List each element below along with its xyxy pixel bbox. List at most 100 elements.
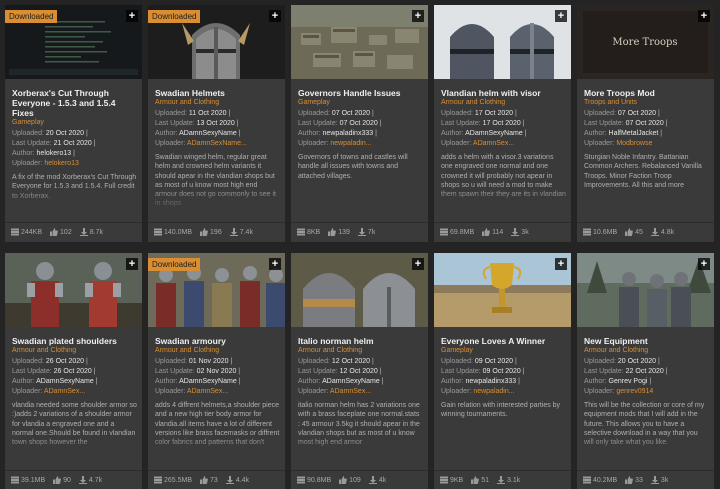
mod-thumbnail[interactable] — [5, 253, 142, 327]
upload-date-label: Uploaded: — [584, 358, 616, 365]
uploader-label: Uploader: — [298, 388, 329, 395]
upload-date: Uploaded: 07 Oct 2020 | — [584, 110, 660, 117]
author-name[interactable]: ADamnSexyName — [322, 378, 380, 385]
mod-thumbnail[interactable] — [434, 5, 571, 79]
mod-title[interactable]: Vlandian helm with visor — [441, 88, 566, 98]
mod-title[interactable]: Italio norman helm — [298, 336, 423, 346]
description-fade — [5, 434, 142, 460]
mod-title[interactable]: Swadian plated shoulders — [12, 336, 137, 346]
mod-thumbnail[interactable] — [434, 253, 571, 327]
mod-card[interactable]: Downloaded + Xorberax's Cut Through Ever… — [5, 5, 142, 242]
mod-description: Gain relation with interested parties by… — [441, 402, 561, 419]
mod-category[interactable]: Armour and Clothing — [298, 346, 423, 355]
mod-card[interactable]: + Vlandian helm with visor Armour and Cl… — [434, 5, 571, 242]
last-update-value: 02 Nov 2020 — [196, 368, 237, 375]
add-to-collection-button[interactable]: + — [555, 10, 567, 22]
mod-card[interactable]: + New Equipment Armour and Clothing Uplo… — [577, 253, 714, 489]
uploader-name[interactable]: helokero13 — [44, 160, 79, 167]
download-icon — [368, 475, 379, 486]
endorsements-value: 139 — [338, 229, 350, 236]
mod-title[interactable]: Swadian armoury — [155, 336, 280, 346]
mod-thumbnail[interactable] — [577, 253, 714, 327]
mod-category[interactable]: Gameplay — [441, 346, 566, 355]
add-to-collection-button[interactable]: + — [412, 10, 424, 22]
author-label: Author: — [441, 378, 464, 385]
add-to-collection-button[interactable]: + — [412, 258, 424, 270]
mod-thumbnail[interactable]: More Troops — [577, 5, 714, 79]
author-name[interactable]: Genrev Pogi — [609, 378, 648, 385]
mod-card[interactable]: Downloaded + Swadian armoury Armour and … — [148, 253, 285, 489]
upload-date: Uploaded: 09 Oct 2020 | — [441, 358, 517, 365]
last-update-value: 07 Oct 2020 — [339, 120, 378, 127]
mod-card[interactable]: Downloaded + Swadian Helmets Armour and … — [148, 5, 285, 242]
endorsements-value: 102 — [60, 229, 72, 236]
last-update-label: Last Update: — [298, 368, 338, 375]
uploader-name[interactable]: Modbrowse — [616, 140, 652, 147]
author-label: Author: — [155, 378, 178, 385]
mod-category[interactable]: Gameplay — [298, 98, 423, 107]
add-to-collection-button[interactable]: + — [126, 258, 138, 270]
mod-category[interactable]: Armour and Clothing — [12, 346, 137, 355]
author-name[interactable]: ADamnSexyName — [465, 130, 523, 137]
mod-card[interactable]: + Everyone Loves A Winner Gameplay Uploa… — [434, 253, 571, 489]
add-to-collection-button[interactable]: + — [269, 258, 281, 270]
file-size-value: 265.5MB — [164, 477, 193, 484]
downloads: 7.4k — [229, 227, 253, 238]
mod-category[interactable]: Troops and Units — [584, 98, 709, 107]
mod-category[interactable]: Armour and Clothing — [155, 98, 280, 107]
mod-title[interactable]: Swadian Helmets — [155, 88, 280, 98]
downloads-value: 3k — [660, 477, 669, 484]
author-name[interactable]: newpaladinx333 — [323, 130, 374, 137]
mod-card[interactable]: + Governors Handle Issues Gameplay Uploa… — [291, 5, 428, 242]
mod-category[interactable]: Gameplay — [12, 118, 137, 127]
mod-card[interactable]: More Troops + More Troops Mod Troops and… — [577, 5, 714, 242]
mod-thumbnail[interactable] — [291, 253, 428, 327]
mod-category[interactable]: Armour and Clothing — [155, 346, 280, 355]
add-to-collection-button[interactable]: + — [698, 10, 710, 22]
add-to-collection-button[interactable]: + — [698, 258, 710, 270]
file-size: 140.0MB — [154, 228, 192, 238]
author-name[interactable]: ADamnSexyName — [179, 130, 237, 137]
uploader-name[interactable]: ADamnSex... — [473, 140, 514, 147]
mod-category[interactable]: Armour and Clothing — [441, 98, 566, 107]
add-to-collection-button[interactable]: + — [126, 10, 138, 22]
mod-title[interactable]: More Troops Mod — [584, 88, 709, 98]
mod-title[interactable]: Everyone Loves A Winner — [441, 336, 566, 346]
mod-thumbnail[interactable] — [291, 5, 428, 79]
mod-card[interactable]: + Swadian plated shoulders Armour and Cl… — [5, 253, 142, 489]
author-name[interactable]: ADamnSexyName — [179, 378, 237, 385]
uploader-name[interactable]: ADamnSexName... — [187, 140, 247, 147]
last-update: Last Update: 13 Oct 2020 | — [155, 120, 239, 127]
mod-stats: 39.1MB 90 4.7k — [5, 470, 142, 489]
mod-title[interactable]: Xorberax's Cut Through Everyone - 1.5.3 … — [12, 88, 137, 118]
author-name[interactable]: newpaladinx333 — [466, 378, 517, 385]
author-name[interactable]: HalfMetalJacket — [609, 130, 659, 137]
mod-stats: 40.2MB 33 3k — [577, 470, 714, 489]
mod-category[interactable]: Armour and Clothing — [584, 346, 709, 355]
uploader-name[interactable]: newpaladin... — [473, 388, 514, 395]
author-label: Author: — [584, 378, 607, 385]
author-name[interactable]: helokero13 — [37, 150, 72, 157]
uploader-label: Uploader: — [12, 160, 43, 167]
add-to-collection-button[interactable]: + — [555, 258, 567, 270]
last-update: Last Update: 22 Oct 2020 | — [584, 368, 668, 375]
upload-date-label: Uploaded: — [584, 110, 616, 117]
uploader-name[interactable]: genrev0914 — [616, 388, 653, 395]
download-icon — [79, 227, 90, 238]
mod-stats: 90.8MB 109 4k — [291, 470, 428, 489]
file-size: 69.8MB — [440, 228, 474, 238]
uploader-name[interactable]: ADamnSex... — [44, 388, 85, 395]
uploader-name[interactable]: newpaladin... — [330, 140, 371, 147]
author-name[interactable]: ADamnSexyName — [36, 378, 94, 385]
last-update-value: 21 Oct 2020 — [53, 140, 92, 147]
add-to-collection-button[interactable]: + — [269, 10, 281, 22]
uploader-name[interactable]: ADamnSex... — [330, 388, 371, 395]
mod-card[interactable]: + Italio norman helm Armour and Clothing… — [291, 253, 428, 489]
downloaded-badge: Downloaded — [148, 10, 201, 23]
mod-title[interactable]: New Equipment — [584, 336, 709, 346]
mod-title[interactable]: Governors Handle Issues — [298, 88, 423, 98]
last-update-value: 07 Oct 2020 — [625, 120, 664, 127]
upload-date: Uploaded: 26 Oct 2020 | — [12, 358, 88, 365]
uploader-name[interactable]: ADamnSex... — [187, 388, 228, 395]
author-label: Author: — [584, 130, 607, 137]
